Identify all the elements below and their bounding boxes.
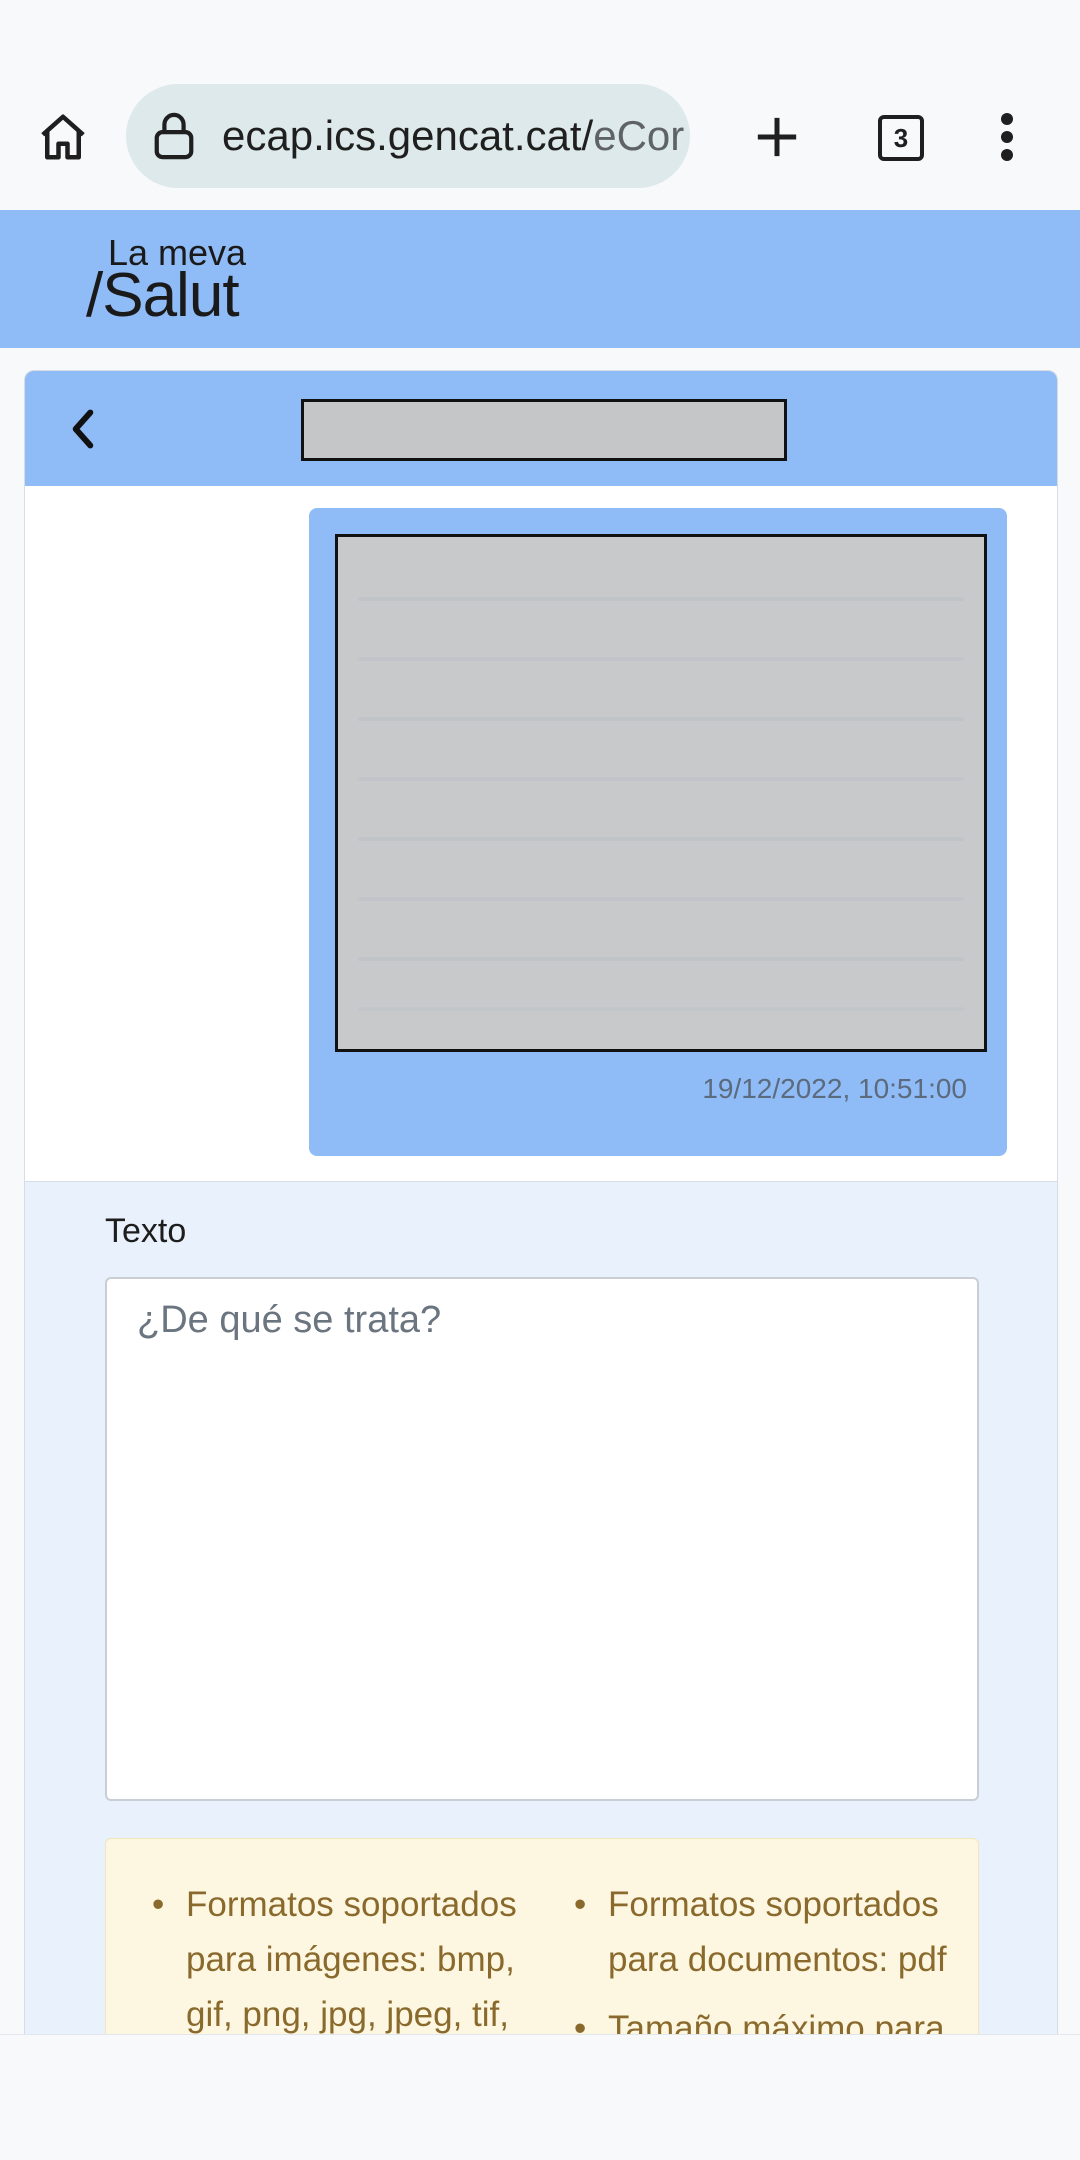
redacted-image-attachment[interactable]	[335, 534, 987, 1052]
address-bar[interactable]: ecap.ics.gencat.cat/eCor	[126, 84, 690, 188]
conversation-header	[25, 371, 1057, 486]
message-list: 19/12/2022, 10:51:00	[25, 486, 1057, 1181]
conversation-card: 19/12/2022, 10:51:00 Texto ¿De qué se tr…	[24, 370, 1058, 2160]
url-domain: ecap.ics.gencat.cat/	[222, 112, 594, 159]
info-item: Formatos soportados para documentos: pdf	[574, 1877, 974, 1987]
system-navigation-bar	[0, 2034, 1080, 2160]
message-bubble: 19/12/2022, 10:51:00	[309, 508, 1007, 1156]
back-chevron-icon[interactable]	[53, 399, 113, 459]
compose-area: Texto ¿De qué se trata? Formatos soporta…	[25, 1181, 1057, 2160]
info-item: Formatos soportados para imágenes: bmp, …	[152, 1877, 552, 2042]
site-header: La meva /Salut	[0, 210, 1080, 348]
tab-switcher-button[interactable]: 3	[878, 115, 924, 161]
lock-icon	[144, 106, 204, 166]
message-textarea[interactable]: ¿De qué se trata?	[105, 1277, 979, 1801]
text-field-label: Texto	[105, 1212, 187, 1250]
message-timestamp: 19/12/2022, 10:51:00	[702, 1073, 967, 1104]
page: ecap.ics.gencat.cat/eCor 3 La meva /Salu…	[0, 0, 1080, 2160]
home-icon[interactable]	[30, 104, 96, 170]
browser-toolbar: ecap.ics.gencat.cat/eCor 3	[0, 0, 1080, 210]
logo-big-text[interactable]: /Salut	[86, 260, 240, 331]
new-tab-plus-icon[interactable]	[744, 104, 810, 170]
textarea-placeholder: ¿De qué se trata?	[137, 1299, 442, 1341]
redacted-conversation-title	[301, 399, 787, 461]
url-path: eCor	[593, 112, 685, 159]
more-options-icon[interactable]	[984, 104, 1030, 170]
info-column-images: Formatos soportados para imágenes: bmp, …	[152, 1877, 552, 2056]
url-text: ecap.ics.gencat.cat/eCor	[222, 112, 684, 160]
